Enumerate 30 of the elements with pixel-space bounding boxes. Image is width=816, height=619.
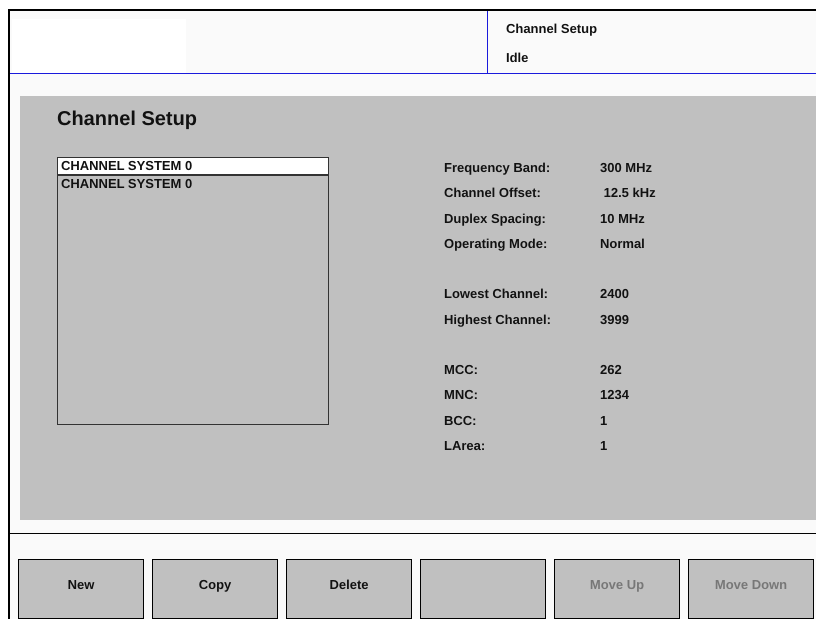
action-button[interactable]: Copy [152, 559, 278, 619]
setting-label: Frequency Band: [444, 160, 552, 176]
setting-label: MNC: [444, 387, 479, 402]
setting-value: 1 [600, 438, 608, 453]
channel-list-item[interactable]: CHANNEL SYSTEM 0 [58, 158, 328, 176]
page-title: Channel Setup [57, 108, 198, 131]
setting-value: 12.5 kHz [602, 185, 656, 200]
setting-label: Channel Offset: [444, 185, 542, 200]
setting-value: 1 [600, 412, 608, 428]
setting-value: Normal [600, 236, 645, 252]
setting-value: 300 MHz [600, 160, 652, 176]
setting-label: Highest Channel: [444, 312, 552, 327]
action-button[interactable]: Delete [286, 559, 412, 619]
setting-value: 10 MHz [600, 210, 645, 226]
setting-value: 2400 [600, 286, 629, 302]
setting-label: Operating Mode: [444, 236, 548, 252]
channel-list[interactable]: CHANNEL SYSTEM 0 CHANNEL SYSTEM 0 [57, 157, 329, 425]
status-text: Idle [506, 50, 530, 65]
header-title: Channel Setup [506, 21, 598, 36]
setting-value: 262 [600, 362, 622, 377]
setting-value: 1234 [600, 387, 629, 402]
setting-label: MCC: [444, 362, 479, 377]
setting-label: Lowest Channel: [444, 286, 550, 302]
action-button[interactable]: New [18, 559, 144, 619]
setting-label: BCC: [444, 412, 478, 428]
setting-label: LArea: [444, 438, 486, 453]
blank-button[interactable] [420, 559, 546, 619]
setting-value: 3999 [600, 312, 629, 327]
channel-list-item[interactable]: CHANNEL SYSTEM 0 [58, 176, 328, 192]
setting-label: Duplex Spacing: [444, 210, 547, 226]
